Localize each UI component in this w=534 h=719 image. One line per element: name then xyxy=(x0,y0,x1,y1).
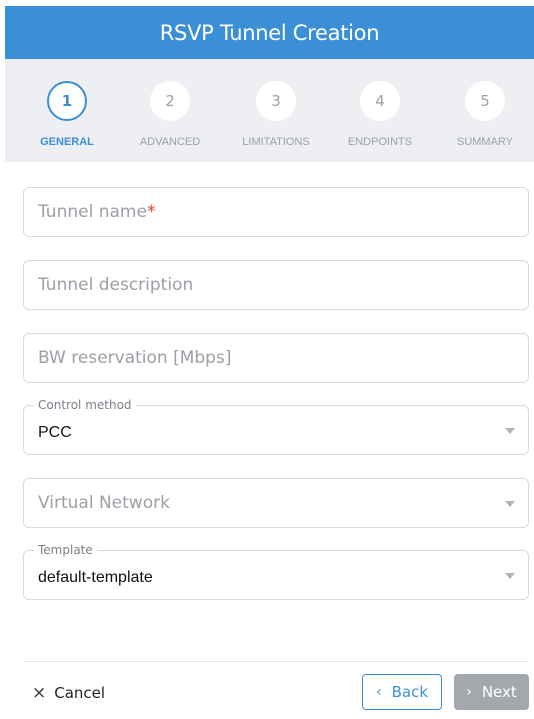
tunnel-name-field[interactable]: Tunnel name* xyxy=(23,187,529,237)
step-limitations[interactable]: 3 LIMITATIONS xyxy=(226,59,326,162)
virtual-network-select[interactable]: Virtual Network xyxy=(23,478,529,528)
step-number-circle: 2 xyxy=(150,81,190,121)
cancel-label: Cancel xyxy=(54,684,106,702)
template-select[interactable]: Template default-template xyxy=(23,543,529,600)
step-label: ENDPOINTS xyxy=(347,136,413,148)
wizard-stepper: 1 GENERAL 2 ADVANCED 3 LIMITATIONS 4 END… xyxy=(5,59,534,162)
step-general[interactable]: 1 GENERAL xyxy=(17,59,117,162)
step-label: ADVANCED xyxy=(139,136,201,148)
step-endpoints[interactable]: 4 ENDPOINTS xyxy=(330,59,430,162)
tunnel-description-field[interactable]: Tunnel description xyxy=(23,260,529,310)
control-method-select[interactable]: Control method PCC xyxy=(23,398,529,455)
step-label: SUMMARY xyxy=(456,136,514,148)
cancel-button[interactable]: × Cancel xyxy=(32,681,105,705)
chevron-right-icon: › xyxy=(466,684,472,700)
step-number-circle: 1 xyxy=(47,81,87,121)
dialog-header: RSVP Tunnel Creation xyxy=(5,6,534,59)
template-value: default-template xyxy=(38,569,153,586)
control-method-label: Control method xyxy=(34,398,136,412)
dialog-title: RSVP Tunnel Creation xyxy=(159,20,380,45)
step-label: GENERAL xyxy=(40,136,94,148)
tunnel-name-placeholder: Tunnel name* xyxy=(38,202,156,222)
footer-divider xyxy=(23,661,529,662)
tunnel-description-placeholder: Tunnel description xyxy=(38,275,194,295)
virtual-network-placeholder: Virtual Network xyxy=(38,493,170,513)
template-label: Template xyxy=(34,543,97,557)
step-number-circle: 4 xyxy=(360,81,400,121)
bw-reservation-field[interactable]: BW reservation [Mbps] xyxy=(23,333,529,383)
step-number-circle: 5 xyxy=(465,81,505,121)
chevron-down-icon xyxy=(505,428,515,434)
chevron-down-icon xyxy=(505,573,515,579)
step-number-circle: 3 xyxy=(256,81,296,121)
next-label: Next xyxy=(481,683,517,701)
required-asterisk: * xyxy=(146,202,156,222)
step-advanced[interactable]: 2 ADVANCED xyxy=(120,59,220,162)
chevron-down-icon xyxy=(505,501,515,507)
close-icon: × xyxy=(32,682,47,703)
step-label: LIMITATIONS xyxy=(242,136,310,148)
control-method-value: PCC xyxy=(38,424,72,441)
back-button[interactable]: ‹ Back xyxy=(362,674,442,710)
chevron-left-icon: ‹ xyxy=(375,684,382,700)
back-label: Back xyxy=(391,683,429,701)
next-button[interactable]: › Next xyxy=(454,674,529,710)
bw-reservation-placeholder: BW reservation [Mbps] xyxy=(38,348,232,368)
step-summary[interactable]: 5 SUMMARY xyxy=(435,59,534,162)
